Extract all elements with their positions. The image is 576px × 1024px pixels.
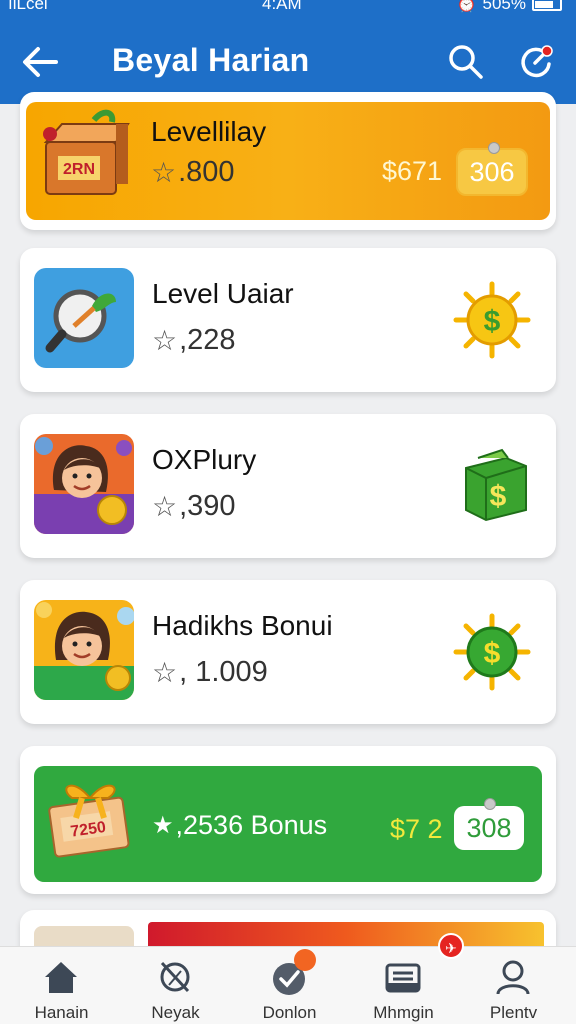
gift-box-icon: 7250 [48,784,130,858]
avatar-thumbnail [34,600,134,700]
reward-badge[interactable]: 308 [454,798,524,850]
page-title: Beyal Harian [112,42,310,78]
svg-text:$: $ [490,480,507,513]
nav-item-neyak[interactable]: Neyak [118,947,233,1024]
whisk-icon [160,961,190,993]
bonus-rating: ★ ,2536 Bonus [152,810,328,840]
dollar-sun-coin-icon: $ [453,613,531,691]
featured-task-card[interactable]: 2RN Levellilay ☆ .800 $671 306 [20,92,556,230]
magnifier-thumbnail [34,268,134,368]
nav-item-mhmgin[interactable]: ✈ Mhmgin [346,933,464,1024]
task-card[interactable]: Hadikhs Bonui ☆ , 1.009 $ [20,580,556,724]
task-price: $671 [382,156,443,186]
treasure-box-icon: 2RN [43,109,130,195]
task-card[interactable]: OXPlury ☆ ,390 $ [20,414,556,558]
task-rating: ☆ ,228 [152,324,236,356]
cash-bag-icon: $ [465,448,527,522]
task-title: Hadikhs Bonui [152,610,333,641]
user-icon [496,960,530,995]
star-icon: ★ [152,812,174,839]
clock: 4:AM [262,0,302,13]
bottom-navigation: Hanain Neyak Donlon ✈ Mhmgin Plentv [0,933,576,1024]
inbox-icon [385,963,421,993]
nav-item-donlon[interactable]: Donlon [232,947,347,1024]
svg-text:2RN: 2RN [63,161,95,178]
battery-icon [532,0,562,11]
back-arrow-icon[interactable] [18,40,62,84]
star-icon: ☆ [152,325,178,356]
svg-text:$: $ [484,637,501,670]
task-rating: ☆ , 1.009 [152,656,268,688]
task-rating: ☆ ,390 [152,490,236,522]
task-rating: ☆ .800 [151,156,235,188]
svg-text:$: $ [484,305,501,338]
task-card[interactable]: Level Uaiar ☆ ,228 $ [20,248,556,392]
task-title: Levellilay [151,116,267,147]
star-icon: ☆ [151,157,177,188]
bonus-card[interactable]: 7250 ★ ,2536 Bonus $7 2 308 [20,746,556,894]
nav-item-home[interactable]: Hanain [4,947,119,1024]
battery-percent: 505% [482,0,526,13]
bonus-price: $7 2 [390,814,443,844]
status-bar: ılLcel 4:AM ⏰ 505% [0,0,576,18]
avatar-thumbnail [34,434,134,534]
task-title: OXPlury [152,444,257,475]
home-icon [45,962,77,993]
app-bar: ılLcel 4:AM ⏰ 505% Beyal Harian [0,0,576,104]
reward-badge[interactable]: 306 [456,142,528,196]
task-title: Level Uaiar [152,278,294,309]
nav-item-profile[interactable]: Plentv [456,947,571,1024]
refresh-icon[interactable] [516,42,556,82]
star-icon: ☆ [152,491,178,522]
alarm-icon: ⏰ [456,0,477,13]
search-icon[interactable] [446,42,486,82]
star-icon: ☆ [152,657,178,688]
carrier-label: ılLcel [8,0,48,13]
notification-badge [294,949,316,971]
dollar-sun-coin-icon: $ [453,281,531,359]
